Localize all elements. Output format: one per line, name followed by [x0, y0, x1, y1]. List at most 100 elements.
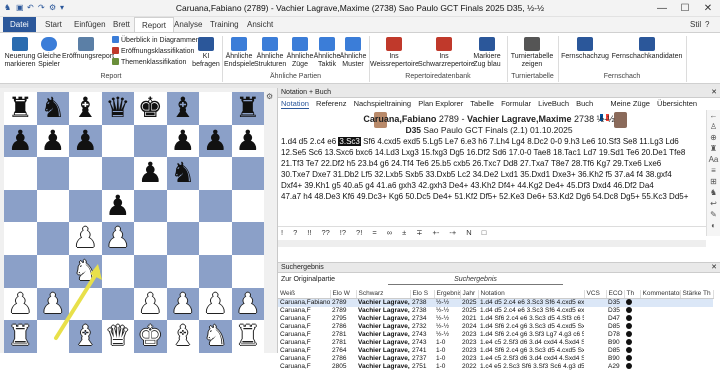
ins-weissrepertoire-button[interactable]: Ins Weissrepertoire — [370, 37, 419, 69]
side-tool-icon[interactable]: ⊕ — [707, 132, 720, 143]
table-row[interactable]: Caruana,F 2789 Vachier Lagrave,... 2738 ½-½ 2… — [278, 307, 713, 315]
fernschachzug-button[interactable]: Fernschachzug — [560, 37, 610, 61]
column-header[interactable]: Stärke Th — [680, 290, 714, 299]
column-header[interactable]: Elo S — [410, 290, 435, 299]
annotation-symbol-button[interactable]: ! — [281, 228, 283, 237]
ins-schwarzrepertoire-button[interactable]: Ins Schwarzrepertoire — [418, 37, 475, 69]
panel-close-icon[interactable]: ✕ — [711, 88, 717, 98]
move-line[interactable]: 21.Tf3 Te7 22.Df2 h5 23.b4 g6 24.Tf4 Te6… — [281, 158, 701, 169]
aehnliche-strukturen-button[interactable]: Ähnliche Strukturen — [254, 37, 286, 69]
annotation-symbol-button[interactable]: ∓ — [416, 228, 422, 237]
side-tool-icon[interactable]: ↩ — [707, 198, 720, 209]
side-tool-icon[interactable]: ⊞ — [707, 176, 720, 187]
tab-livebuch[interactable]: LiveBuch — [538, 99, 569, 108]
annotation-symbol-button[interactable]: ∞ — [387, 228, 392, 237]
move-list[interactable]: 1.d4 d5 2.c4 e6 3.Sc3 Sf6 4.cxd5 exd5 5.… — [281, 136, 701, 202]
table-row[interactable]: Caruana,F 2781 Vachier Lagrave,... 2743 1-0 2… — [278, 339, 713, 347]
annotation-symbol-button[interactable]: □ — [482, 228, 487, 237]
annotation-symbol-button[interactable]: !? — [340, 228, 346, 237]
side-tool-icon[interactable]: ✎ — [707, 209, 720, 220]
side-tool-icon[interactable]: ♞ — [707, 187, 720, 198]
turniertabelle-zeigen-button[interactable]: Turniertabelle zeigen — [508, 37, 556, 69]
side-tool-icon[interactable]: Aa — [707, 154, 720, 165]
table-row[interactable]: Caruana,F 2795 Vachier Lagrave,... 2734 ½-½ 2… — [278, 315, 713, 323]
eroeffnungsklassifikation-button[interactable]: Eröffnungsklassifikation — [112, 47, 194, 56]
annotation-symbol-button[interactable]: ?! — [356, 228, 362, 237]
annotation-symbol-button[interactable]: !! — [307, 228, 311, 237]
tab-notation[interactable]: Notation — [281, 99, 309, 109]
tab-formular[interactable]: Formular — [501, 99, 531, 108]
column-header[interactable]: Ergebnis — [434, 290, 461, 299]
tab-start[interactable]: Start — [38, 17, 69, 32]
move-line[interactable]: 12.Se5 Sc6 13.Sxc6 bxc6 14.Ld3 Lxg3 15.f… — [281, 147, 701, 158]
move-line: 1.d4 d5 2.c4 e6 3.Sc3 Sf6 4.cxd5 exd5 5.… — [281, 137, 679, 146]
gleiche-spieler-button[interactable]: Gleiche Spieler — [37, 37, 61, 69]
themenklassifikation-button[interactable]: Themenklassifikation — [112, 58, 186, 67]
tab-brett[interactable]: Brett — [106, 17, 137, 32]
tab-meine-zuege[interactable]: Meine Züge — [610, 99, 650, 108]
tab-plan-explorer[interactable]: Plan Explorer — [418, 99, 463, 108]
table-row[interactable]: Caruana,F 2786 Vachier Lagrave,... 2732 ½-½ 2… — [278, 323, 713, 331]
column-header[interactable]: VCS — [584, 290, 607, 299]
maximize-button[interactable]: ☐ — [674, 1, 696, 16]
table-row[interactable]: Caruana,F 2764 Vachier Lagrave,... 2741 1-0 2… — [278, 347, 713, 355]
search-field[interactable]: Suchergebnis — [388, 274, 563, 285]
zur-originalpartie-button[interactable]: Zur Originalpartie — [281, 276, 335, 283]
tab-ansicht[interactable]: Ansicht — [240, 17, 280, 32]
move-line[interactable]: Dxf4+ 39.Kh1 g5 40.a5 g4 41.a6 gxh3 42.g… — [281, 180, 701, 191]
close-button[interactable]: ✕ — [697, 1, 719, 16]
tab-buch[interactable]: Buch — [576, 99, 593, 108]
column-header[interactable]: Elo W — [330, 290, 357, 299]
eroeffnungsreport-button[interactable]: Eröffnungsreport — [62, 37, 114, 61]
ki-befragen-button[interactable]: KI befragen — [192, 37, 220, 69]
column-header[interactable]: Th — [624, 290, 641, 299]
tab-datei[interactable]: Datei — [3, 17, 36, 32]
column-header[interactable]: Kommentator — [640, 290, 681, 299]
table-row[interactable]: Caruana,F 2781 Vachier Lagrave,... 2743 ½-½ 2… — [278, 331, 713, 339]
aehnliche-taktik-button[interactable]: Ähnliche Taktik — [313, 37, 341, 69]
notation-scrollbar[interactable] — [278, 240, 706, 247]
tab-tabelle[interactable]: Tabelle — [470, 99, 494, 108]
current-move[interactable]: 3.Sc3 — [338, 137, 361, 146]
side-tool-icon[interactable]: ♙ — [707, 121, 720, 132]
annotation-symbol-button[interactable]: ± — [402, 228, 406, 237]
tab-nachspieltraining[interactable]: Nachspieltraining — [354, 99, 412, 108]
theme-dot-icon — [626, 307, 632, 313]
table-row[interactable]: Caruana,F 2805 Vachier Lagrave,... 2751 1-0 2… — [278, 363, 713, 371]
tab-referenz[interactable]: Referenz — [316, 99, 346, 108]
table-row[interactable]: Caruana,F 2786 Vachier Lagrave,... 2737 1-0 2… — [278, 355, 713, 363]
column-header[interactable]: Weiß — [278, 290, 331, 299]
minimize-button[interactable]: — — [651, 1, 673, 16]
annotation-symbol-button[interactable]: N — [466, 228, 471, 237]
annotation-symbol-button[interactable]: ? — [293, 228, 297, 237]
side-tool-icon[interactable]: ≡ — [707, 165, 720, 176]
fernschachkandidaten-button[interactable]: Fernschachkandidaten — [610, 37, 684, 61]
annotation-symbol-button[interactable]: -+ — [449, 228, 456, 237]
annotation-symbol-button[interactable]: ?? — [321, 228, 329, 237]
side-tool-icon[interactable]: ← — [707, 110, 720, 121]
neuerung-button[interactable]: Neuerung markieren — [3, 37, 37, 69]
help-icon[interactable]: ? — [705, 17, 709, 32]
side-tool-icon[interactable]: ♜ — [707, 143, 720, 154]
tab-uebersichten[interactable]: Übersichten — [657, 99, 697, 108]
move-line[interactable]: 30.Txe7 Dxe7 31.Db2 Lf5 32.Lxb5 Sxb5 33.… — [281, 169, 701, 180]
column-header[interactable]: ECO — [606, 290, 625, 299]
ueberblick-button[interactable]: Überblick in Diagrammen — [112, 36, 200, 45]
move-line[interactable]: 47.a7 h4 48.De3 Kf6 49.Dc3+ Kg6 50.Dc5 D… — [281, 191, 701, 202]
markiere-zug-blau-button[interactable]: Markiere Zug blau — [470, 37, 504, 69]
black-player[interactable]: Vachier Lagrave,Maxime — [467, 114, 572, 124]
aehnliche-muster-button[interactable]: Ähnliche Muster — [339, 37, 367, 69]
annotation-symbol-button[interactable]: = — [372, 228, 376, 237]
column-header[interactable]: Notation — [478, 290, 585, 299]
search-panel-close-icon[interactable]: ✕ — [711, 263, 717, 273]
table-cell: 2786 — [332, 323, 347, 330]
aehnliche-zuege-button[interactable]: Ähnliche Züge — [286, 37, 314, 69]
column-header[interactable]: Jahr — [460, 290, 479, 299]
side-tool-icon[interactable]: ◐ — [707, 220, 720, 231]
annotation-symbol-button[interactable]: +- — [432, 228, 439, 237]
column-header[interactable]: Schwarz — [356, 290, 411, 299]
aehnliche-endspiele-button[interactable]: Ähnliche Endspiele — [224, 37, 255, 69]
board-settings-icon[interactable]: ⚙ — [266, 92, 276, 102]
table-row[interactable]: Caruana,Fabiano 2789 Vachier Lagrave,... 27… — [278, 298, 713, 307]
white-player[interactable]: Caruana,Fabiano — [363, 114, 436, 124]
